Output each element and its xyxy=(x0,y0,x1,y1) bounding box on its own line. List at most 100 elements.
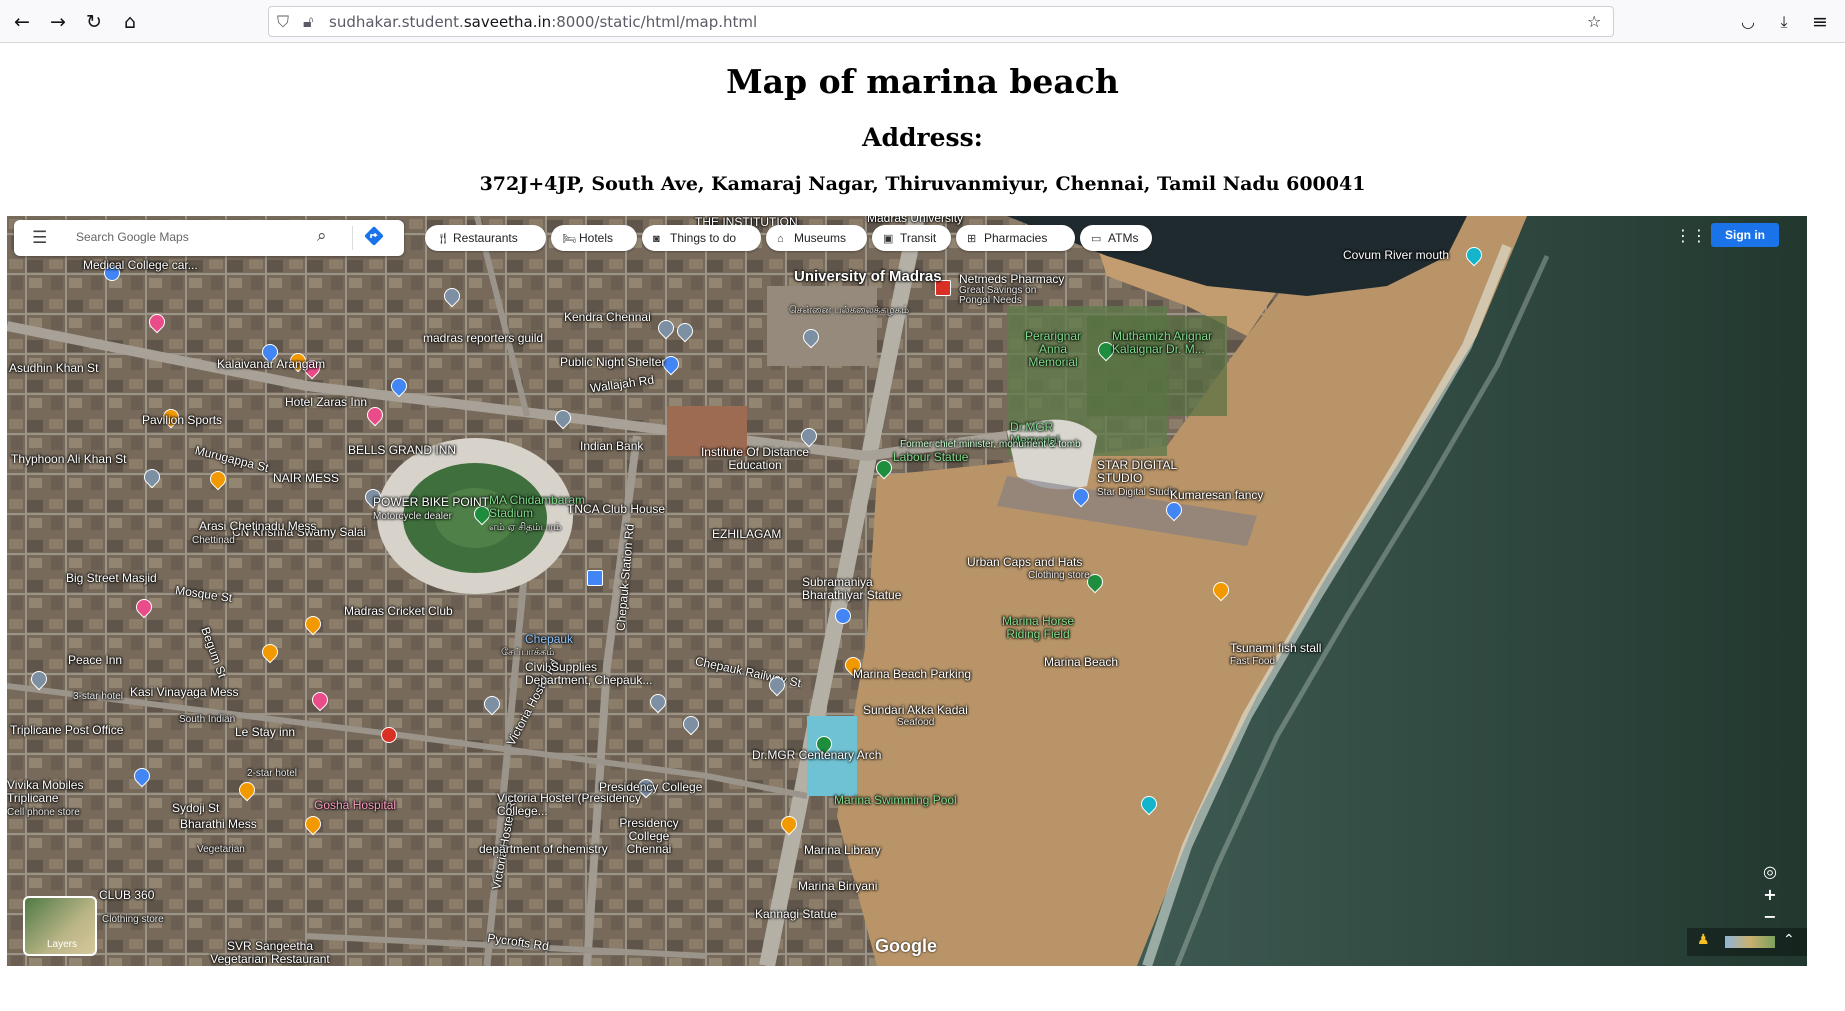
chip-restaurants[interactable]: 🍴︎ Restaurants xyxy=(425,225,546,251)
home-icon[interactable]: ⌂ xyxy=(116,8,144,36)
chip-pharmacies[interactable]: ⊞ Pharmacies xyxy=(956,225,1075,251)
place-label[interactable]: Urban Caps and Hats xyxy=(967,556,1082,569)
place-label[interactable]: CLUB 360 xyxy=(99,889,154,902)
zoom-out-button[interactable]: − xyxy=(1757,906,1783,928)
place-label[interactable]: Muthamizh Arignar Kalaignar Dr. M... xyxy=(1112,330,1242,356)
shield-icon[interactable]: ⛉ xyxy=(277,12,289,32)
place-label[interactable]: Bharathi Mess xyxy=(180,818,257,831)
place-label[interactable]: Big Street Masjid xyxy=(66,572,157,585)
place-label[interactable]: madras reporters guild xyxy=(423,332,543,345)
pocket-icon[interactable]: ◡ xyxy=(1734,8,1762,36)
place-label[interactable]: Gosha Hospital xyxy=(314,799,396,812)
place-label[interactable]: Arasi Chetinadu Mess xyxy=(199,520,316,533)
place-label[interactable]: Kendra Chennai xyxy=(564,311,651,324)
chip-atms[interactable]: ▭ ATMs xyxy=(1080,225,1152,251)
place-sublabel: Cell phone store xyxy=(7,807,80,818)
place-label[interactable]: Dr.MGR Centenary Arch xyxy=(752,749,881,762)
forward-arrow-icon[interactable]: → xyxy=(44,8,72,36)
place-label[interactable]: Kumaresan fancy xyxy=(1170,489,1263,502)
imagery-thumbnails[interactable] xyxy=(1725,936,1775,948)
place-label[interactable]: EZHILAGAM xyxy=(712,528,781,541)
place-label[interactable]: Marina Library xyxy=(804,844,881,857)
place-sublabel: எம் ஏ சிதம்பரம் xyxy=(489,522,562,533)
place-label[interactable]: department of chemistry xyxy=(479,843,608,856)
chip-things-to-do[interactable]: ◙ Things to do xyxy=(642,225,761,251)
url-bar[interactable]: ⛉ 🔓︎ sudhakar.student.saveetha.in:8000/s… xyxy=(268,6,1614,37)
place-label[interactable]: Hotel Zaras Inn xyxy=(285,396,367,409)
place-sublabel: 2-star hotel xyxy=(247,768,298,779)
place-label[interactable]: BELLS GRAND INN xyxy=(348,444,456,457)
place-label[interactable]: Subramaniya Bharathiyar Statue xyxy=(802,576,922,602)
place-label[interactable]: Marina Biriyani xyxy=(798,880,877,893)
place-label[interactable]: POWER BIKE POINT xyxy=(373,496,489,509)
maps-search-box[interactable]: ☰ Search Google Maps ⌕ xyxy=(14,220,404,256)
layers-label: Layers xyxy=(47,939,78,950)
place-label[interactable]: Peace Inn xyxy=(68,654,122,667)
place-label[interactable]: Victoria Hostel (Presidency College... xyxy=(497,792,667,818)
camera-icon: ◙ xyxy=(653,233,660,245)
place-label[interactable]: Le Stay inn xyxy=(235,726,295,739)
place-label[interactable]: Indian Bank xyxy=(580,440,643,453)
hospital-pin[interactable] xyxy=(381,727,397,743)
place-label[interactable]: Covum River mouth xyxy=(1343,249,1449,262)
place-label[interactable]: Marina Horse Riding Field xyxy=(993,615,1083,641)
search-input[interactable]: Search Google Maps xyxy=(76,230,189,244)
place-sublabel: South Indian xyxy=(179,714,236,725)
place-label[interactable]: Pavilion Sports xyxy=(142,414,222,427)
chip-museums[interactable]: ⌂ Museums xyxy=(766,225,867,251)
expand-icon[interactable]: ⌃ xyxy=(1783,932,1795,948)
place-label[interactable]: STAR DIGITAL STUDIO xyxy=(1097,459,1197,485)
place-sublabel: Chettinad xyxy=(192,535,235,546)
zoom-in-button[interactable]: + xyxy=(1757,884,1783,906)
url-text[interactable]: sudhakar.student.saveetha.in:8000/static… xyxy=(329,13,757,31)
place-label[interactable]: Labour Statue xyxy=(893,451,968,464)
place-label[interactable]: Chepauk xyxy=(525,633,573,646)
place-label[interactable]: Kannagi Statue xyxy=(755,908,837,921)
place-label[interactable]: Medical College car... xyxy=(83,259,198,272)
place-label[interactable]: Kalaivanar Arangam xyxy=(217,358,325,371)
chip-hotels[interactable]: 🛏︎ Hotels xyxy=(551,225,637,251)
place-label[interactable]: TNCA Club House xyxy=(567,503,665,516)
transit-pin[interactable] xyxy=(587,570,603,586)
address-text: 372J+4JP, South Ave, Kamaraj Nagar, Thir… xyxy=(479,173,1366,195)
map-embed[interactable]: Wallajah Rd Chepauk Station Rd Chepauk R… xyxy=(7,216,1807,966)
download-icon[interactable]: ⤓ xyxy=(1770,8,1798,36)
directions-icon[interactable] xyxy=(362,224,386,248)
place-label[interactable]: University of Madras xyxy=(794,269,942,284)
bookmark-star-icon[interactable]: ☆ xyxy=(1587,12,1601,31)
place-label[interactable]: Institute Of Distance Education xyxy=(700,446,810,472)
place-label[interactable]: Presidency College Chennai xyxy=(609,817,689,856)
pharmacy-icon: ⊞ xyxy=(967,233,977,245)
place-label[interactable]: Madras Cricket Club xyxy=(344,605,453,618)
divider xyxy=(352,226,353,250)
place-label[interactable]: Civil Supplies Department, Chepauk... xyxy=(525,661,665,687)
place-label[interactable]: Tsunami fish stall xyxy=(1230,642,1321,655)
place-label[interactable]: Marina Beach xyxy=(1044,656,1118,669)
place-label[interactable]: Marina Swimming Pool xyxy=(834,794,957,807)
menu-icon[interactable]: ≡ xyxy=(1806,8,1834,36)
search-icon[interactable]: ⌕ xyxy=(317,226,327,246)
place-label[interactable]: Marina Beach Parking xyxy=(853,668,971,681)
bus-icon: ▣ xyxy=(883,233,894,245)
sign-in-button[interactable]: Sign in xyxy=(1711,223,1779,247)
place-label[interactable]: Perarignar Anna Memorial xyxy=(1013,330,1093,369)
place-label[interactable]: NAIR MESS xyxy=(273,472,339,485)
place-label[interactable]: SVR Sangeetha Vegetarian Restaurant xyxy=(200,940,340,966)
place-label[interactable]: Kasi Vinayaga Mess xyxy=(130,686,239,699)
back-arrow-icon[interactable]: ← xyxy=(8,8,36,36)
place-sublabel: Great Savings on Pongal Needs xyxy=(959,285,1037,306)
place-label[interactable]: Madras University xyxy=(867,216,963,225)
pegman-icon[interactable]: ♟ xyxy=(1697,932,1710,948)
chip-transit[interactable]: ▣ Transit xyxy=(872,225,951,251)
place-label[interactable]: Public Night Shelter xyxy=(560,356,665,369)
parking-pin[interactable] xyxy=(835,608,851,624)
place-sublabel: Vegetarian xyxy=(197,844,245,855)
hamburger-menu-icon[interactable]: ☰ xyxy=(32,228,47,248)
my-location-icon[interactable]: ◎ xyxy=(1757,861,1783,883)
place-sublabel: Motorcycle dealer xyxy=(373,511,452,522)
layers-button[interactable]: Layers xyxy=(23,896,97,956)
insecure-lock-icon[interactable]: 🔓︎ xyxy=(303,12,313,32)
reload-icon[interactable]: ↻ xyxy=(80,8,108,36)
place-label[interactable]: Triplicane Post Office xyxy=(10,724,123,737)
place-label[interactable]: Vivika Mobiles Triplicane xyxy=(7,779,87,805)
